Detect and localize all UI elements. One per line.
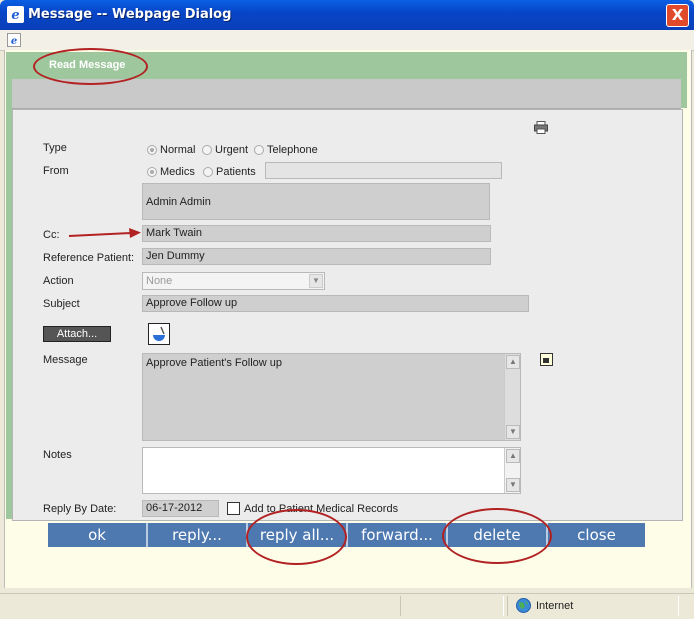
expand-icon[interactable] xyxy=(540,353,553,366)
message-textarea[interactable]: Approve Patient's Follow up ▲ ▼ xyxy=(142,353,521,441)
radio-normal[interactable] xyxy=(147,145,157,155)
subject-value: Approve Follow up xyxy=(146,297,238,309)
ie-logo-icon: e xyxy=(7,6,24,23)
title-bar: e Message -- Webpage Dialog X xyxy=(0,0,694,30)
message-value: Approve Patient's Follow up xyxy=(146,357,283,369)
chevron-down-icon: ▼ xyxy=(309,274,323,288)
scroll-down-icon[interactable]: ▼ xyxy=(506,478,520,492)
status-zone-cell: Internet xyxy=(507,596,679,616)
add-records-checkbox[interactable] xyxy=(227,502,240,515)
radio-patients[interactable] xyxy=(203,167,213,177)
reference-patient-field[interactable]: Jen Dummy xyxy=(142,248,491,265)
notes-label: Notes xyxy=(43,449,72,461)
reply-by-label: Reply By Date: xyxy=(43,503,117,515)
attach-label: Attach... xyxy=(56,328,98,340)
subject-label: Subject xyxy=(43,298,80,310)
window-title: Message -- Webpage Dialog xyxy=(28,7,232,22)
reply-button[interactable]: reply... xyxy=(148,523,246,547)
status-cell xyxy=(400,596,504,616)
cc-label: Cc: xyxy=(43,229,60,241)
reply-by-value: 06-17-2012 xyxy=(146,502,203,514)
scroll-up-icon[interactable]: ▲ xyxy=(506,449,520,463)
action-select[interactable]: None ▼ xyxy=(142,272,325,290)
annotation-arrow xyxy=(69,228,141,238)
notes-scrollbar[interactable]: ▲ ▼ xyxy=(504,448,520,493)
from-value: Admin Admin xyxy=(146,196,211,208)
close-window-button[interactable]: X xyxy=(666,4,689,27)
cc-field[interactable]: Mark Twain xyxy=(142,225,491,242)
from-label: From xyxy=(43,165,69,177)
radio-medics[interactable] xyxy=(147,167,157,177)
status-bar: Internet xyxy=(0,593,694,619)
scroll-down-icon[interactable]: ▼ xyxy=(506,425,520,439)
scroll-up-icon[interactable]: ▲ xyxy=(506,355,520,369)
radio-medics-label: Medics xyxy=(160,166,195,178)
annotation-circle-reply-all xyxy=(246,509,347,565)
message-label: Message xyxy=(43,354,88,366)
forward-button[interactable]: forward... xyxy=(348,523,446,547)
attachment-icon[interactable] xyxy=(148,323,170,345)
message-scrollbar[interactable]: ▲ ▼ xyxy=(504,354,520,440)
status-zone-label: Internet xyxy=(536,600,574,612)
dialog-window: e Message -- Webpage Dialog X e Read Mes… xyxy=(0,0,694,619)
reply-by-date-field[interactable]: 06-17-2012 xyxy=(142,500,219,517)
reference-patient-value: Jen Dummy xyxy=(146,250,205,262)
radio-urgent[interactable] xyxy=(202,145,212,155)
page-icon: e xyxy=(7,33,21,47)
ok-button[interactable]: ok xyxy=(48,523,146,547)
radio-telephone[interactable] xyxy=(254,145,264,155)
reference-patient-label: Reference Patient: xyxy=(43,252,135,264)
attach-button[interactable]: Attach... xyxy=(43,326,111,342)
cc-value: Mark Twain xyxy=(146,227,203,239)
annotation-circle-delete xyxy=(442,508,552,564)
print-icon[interactable] xyxy=(534,121,548,134)
notes-textarea[interactable]: ▲ ▼ xyxy=(142,447,521,494)
type-label: Type xyxy=(43,142,67,154)
annotation-circle-read-message xyxy=(33,48,148,85)
action-value: None xyxy=(146,275,173,287)
from-recipients-field[interactable]: Admin Admin xyxy=(142,183,490,220)
radio-urgent-label: Urgent xyxy=(215,144,249,156)
right-border xyxy=(681,79,687,108)
radio-telephone-label: Telephone xyxy=(267,144,318,156)
from-search-input[interactable] xyxy=(265,162,502,179)
globe-icon xyxy=(516,598,531,613)
svg-text:e: e xyxy=(11,36,17,47)
close-button[interactable]: close xyxy=(548,523,645,547)
radio-patients-label: Patients xyxy=(216,166,256,178)
subject-field[interactable]: Approve Follow up xyxy=(142,295,529,312)
action-label: Action xyxy=(43,275,74,287)
svg-text:e: e xyxy=(11,8,19,23)
radio-normal-label: Normal xyxy=(160,144,196,156)
close-icon: X xyxy=(671,6,684,24)
